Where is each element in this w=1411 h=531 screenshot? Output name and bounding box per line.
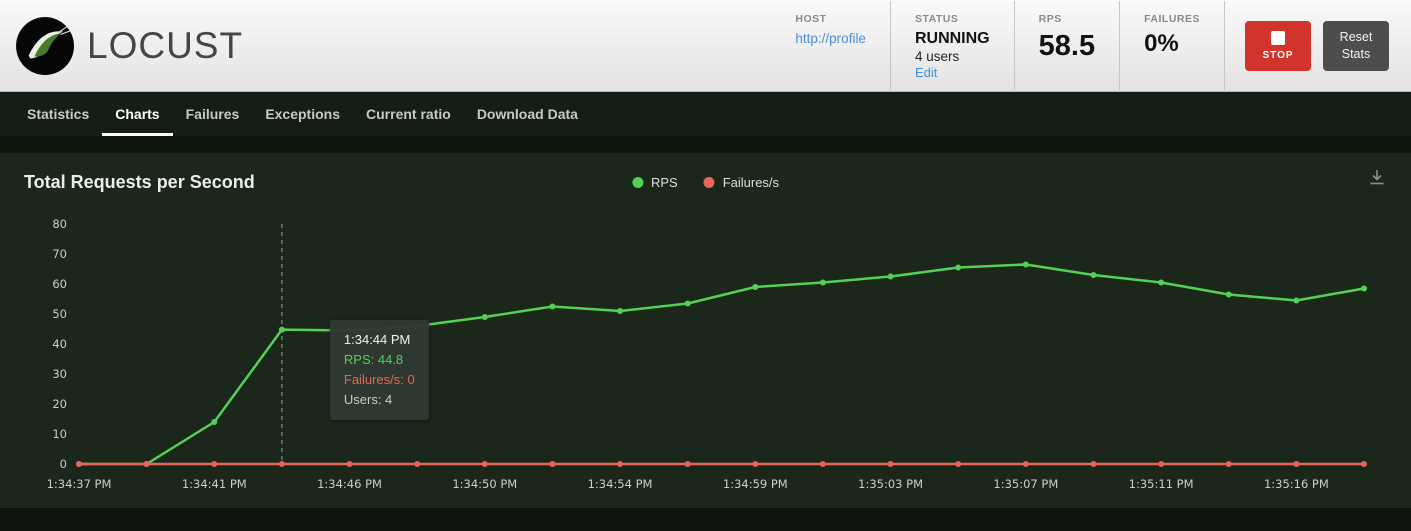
svg-text:60: 60 <box>52 277 67 291</box>
failures-legend-label: Failures/s <box>723 175 779 190</box>
tab-statistics[interactable]: Statistics <box>14 92 102 136</box>
svg-text:1:34:37 PM: 1:34:37 PM <box>47 477 112 491</box>
svg-text:1:34:46 PM: 1:34:46 PM <box>317 477 382 491</box>
stop-icon <box>1271 31 1285 45</box>
tab-charts[interactable]: Charts <box>102 92 172 136</box>
failures-legend-dot-icon <box>704 177 715 188</box>
svg-text:70: 70 <box>52 247 67 261</box>
brand-name: LOCUST <box>87 25 243 67</box>
chart-legend: RPS Failures/s <box>632 175 779 190</box>
status-value: RUNNING <box>915 30 990 48</box>
tab-exceptions[interactable]: Exceptions <box>252 92 353 136</box>
chart-header: Total Requests per Second RPS Failures/s <box>24 167 1387 197</box>
locust-insect-icon <box>16 17 74 75</box>
edit-users-link[interactable]: Edit <box>915 65 937 80</box>
svg-text:0: 0 <box>60 457 67 471</box>
header-stats: HOST http://profile STATUS RUNNING 4 use… <box>771 1 1225 90</box>
legend-item-failures[interactable]: Failures/s <box>704 175 779 190</box>
tab-current-ratio[interactable]: Current ratio <box>353 92 464 136</box>
chart-area: 0 10 20 30 40 50 60 70 80 1:34:37 PM 1:34:41 PM 1:3… <box>24 209 1387 504</box>
status-users: 4 users <box>915 49 990 64</box>
reset-stats-button[interactable]: Reset Stats <box>1323 21 1389 71</box>
host-label: HOST <box>795 13 866 25</box>
svg-text:40: 40 <box>52 337 67 351</box>
svg-text:1:34:41 PM: 1:34:41 PM <box>182 477 247 491</box>
status-label: STATUS <box>915 13 990 25</box>
rps-line-chart[interactable]: 0 10 20 30 40 50 60 70 80 1:34:37 PM 1:34:41 PM 1:3… <box>24 209 1384 499</box>
stop-button[interactable]: STOP <box>1245 21 1311 71</box>
svg-text:1:34:50 PM: 1:34:50 PM <box>452 477 517 491</box>
svg-text:1:34:59 PM: 1:34:59 PM <box>723 477 788 491</box>
header-buttons: STOP Reset Stats <box>1225 21 1389 71</box>
chart-panel: Total Requests per Second RPS Failures/s… <box>0 153 1411 508</box>
svg-text:30: 30 <box>52 367 67 381</box>
tab-download-data[interactable]: Download Data <box>464 92 591 136</box>
failures-info: FAILURES 0% <box>1120 1 1225 90</box>
failures-value: 0% <box>1144 30 1200 58</box>
rps-info: RPS 58.5 <box>1015 1 1120 90</box>
brand: LOCUST <box>16 17 243 75</box>
svg-text:20: 20 <box>52 397 67 411</box>
locust-logo-icon <box>16 17 74 75</box>
svg-text:1:35:07 PM: 1:35:07 PM <box>993 477 1058 491</box>
header: LOCUST HOST http://profile STATUS RUNNIN… <box>0 0 1411 92</box>
stop-button-label: STOP <box>1262 50 1293 61</box>
svg-text:1:35:03 PM: 1:35:03 PM <box>858 477 923 491</box>
svg-text:50: 50 <box>52 307 67 321</box>
rps-label: RPS <box>1039 13 1095 25</box>
host-link[interactable]: http://profile <box>795 31 866 46</box>
svg-text:1:35:11 PM: 1:35:11 PM <box>1129 477 1194 491</box>
download-chart-icon[interactable] <box>1367 167 1387 192</box>
main-nav: Statistics Charts Failures Exceptions Cu… <box>0 92 1411 136</box>
chart-title: Total Requests per Second <box>24 172 255 193</box>
svg-text:1:34:54 PM: 1:34:54 PM <box>588 477 653 491</box>
svg-text:1:35:16 PM: 1:35:16 PM <box>1264 477 1329 491</box>
svg-text:80: 80 <box>52 217 67 231</box>
rps-legend-dot-icon <box>632 177 643 188</box>
rps-value: 58.5 <box>1039 30 1095 63</box>
rps-legend-label: RPS <box>651 175 678 190</box>
svg-text:10: 10 <box>52 427 67 441</box>
failures-label: FAILURES <box>1144 13 1200 25</box>
status-info: STATUS RUNNING 4 users Edit <box>891 1 1015 90</box>
host-info: HOST http://profile <box>771 1 891 90</box>
main-content: Total Requests per Second RPS Failures/s… <box>0 136 1411 531</box>
tab-failures[interactable]: Failures <box>173 92 253 136</box>
legend-item-rps[interactable]: RPS <box>632 175 678 190</box>
